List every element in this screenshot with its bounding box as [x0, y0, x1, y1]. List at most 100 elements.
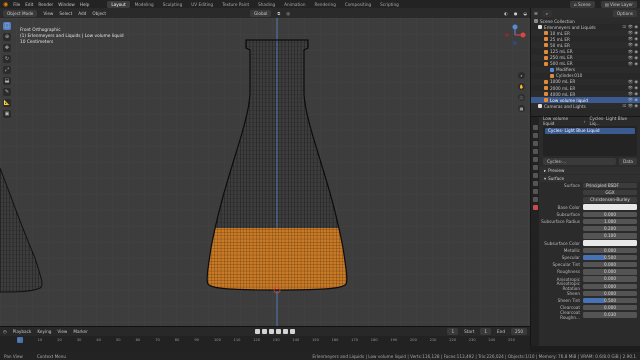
render-tab-icon[interactable] — [532, 133, 538, 138]
data-link-selector[interactable]: Data — [619, 158, 637, 165]
play-icon[interactable] — [275, 328, 281, 334]
visibility-toggles[interactable]: 👁 ◉ — [628, 55, 640, 61]
visibility-toggles[interactable]: 👁 ◉ — [628, 91, 640, 97]
menu-object[interactable]: Object — [92, 11, 106, 16]
camera-view-icon[interactable]: 🎥 — [518, 94, 525, 101]
menu-timeline-view[interactable]: View — [57, 329, 67, 334]
distribution-field[interactable]: GGX — [583, 190, 637, 196]
add-cube-icon[interactable]: ▣ — [3, 110, 11, 118]
world-tab-icon[interactable] — [532, 165, 538, 170]
tab-shading[interactable]: Shading — [254, 1, 279, 8]
prev-key-icon[interactable] — [261, 328, 267, 334]
end-frame-field[interactable]: 250 — [511, 327, 527, 335]
zoom-icon[interactable]: ⌕ — [518, 72, 525, 79]
bsdf-input-field[interactable]: 0.000 — [583, 247, 637, 253]
section-preview[interactable]: ▸ Preview — [540, 167, 640, 174]
bsdf-input-field[interactable]: 0.000 — [583, 283, 637, 289]
outliner-row[interactable]: Cameras and Lights ☑ 👁 ◉ — [531, 103, 640, 110]
menu-playback[interactable]: Playback — [13, 329, 32, 334]
visibility-toggles[interactable]: 👁 ◉ — [628, 79, 640, 85]
menu-keying[interactable]: Keying — [37, 329, 51, 334]
view-layer-selector[interactable]: ▤ View Layer — [600, 0, 637, 8]
tab-scripting[interactable]: Scripting — [376, 1, 403, 8]
menu-select[interactable]: Select — [59, 11, 72, 16]
section-surface[interactable]: ▾ Surface — [540, 175, 640, 182]
play-reverse-icon[interactable] — [268, 328, 274, 334]
bsdf-input-field[interactable]: 0.000 — [583, 261, 637, 268]
tab-modeling[interactable]: Modeling — [131, 1, 158, 8]
tab-uv-editing[interactable]: UV Editing — [187, 1, 217, 8]
menu-window[interactable]: Window — [58, 2, 75, 7]
visibility-toggles[interactable]: 👁 ◉ — [628, 85, 640, 91]
outliner-search[interactable]: ⌕ — [541, 9, 553, 17]
material-tab-icon[interactable] — [532, 205, 538, 210]
tab-compositing[interactable]: Compositing — [341, 1, 375, 8]
menu-edit[interactable]: Edit — [25, 2, 33, 7]
tab-layout[interactable]: Layout — [107, 0, 130, 8]
snap-icon[interactable]: ⧉ — [277, 11, 280, 16]
scene-selector[interactable]: ⌂ Scene — [569, 0, 595, 8]
material-slot-list[interactable]: Cycles- Light Blue Liquid — [543, 126, 637, 156]
bsdf-input-field[interactable]: 0.500 — [583, 297, 637, 304]
outliner-type-icon[interactable]: ☰ — [534, 11, 538, 16]
modifier-tab-icon[interactable] — [532, 181, 538, 186]
data-tab-icon[interactable] — [532, 197, 538, 202]
navigation-gizmo[interactable] — [504, 24, 526, 60]
menu-render[interactable]: Render — [38, 2, 53, 7]
tab-animation[interactable]: Animation — [280, 1, 309, 8]
shading-material-icon[interactable]: ◒ — [523, 11, 527, 16]
material-slot[interactable]: Cycles- Light Blue Liquid — [545, 128, 635, 134]
visibility-toggles[interactable]: 👁 ◉ — [628, 49, 640, 55]
menu-view[interactable]: View — [43, 11, 53, 16]
3d-viewport[interactable]: Front Orthographic (1) Erlenmeyers and L… — [0, 18, 530, 326]
bsdf-input-field[interactable]: 0.500 — [583, 254, 637, 261]
visibility-toggles[interactable]: ☑ 👁 ◉ — [623, 24, 640, 30]
measure-icon[interactable]: 📐 — [3, 99, 11, 107]
scene-tab-icon[interactable] — [532, 157, 538, 162]
bsdf-input-field[interactable]: 1.000 — [583, 218, 637, 225]
bsdf-input-field[interactable]: 0.000 — [583, 211, 637, 218]
tab-sculpting[interactable]: Sculpting — [159, 1, 187, 8]
outliner-options[interactable]: Options — [612, 9, 637, 17]
blender-logo-icon[interactable]: ◉ — [3, 1, 8, 8]
select-box-icon[interactable]: ⬚ — [3, 22, 11, 30]
subsurface-method-field[interactable]: Christensen-Burley — [583, 197, 637, 203]
visibility-toggles[interactable]: 👁 ◉ — [628, 30, 640, 36]
timeline-ruler[interactable]: 0 10 20 30 40 50 60 70 80 90 100 110 120 130 140 150 160… — [0, 336, 530, 353]
constraint-tab-icon[interactable] — [532, 189, 538, 194]
outliner-row[interactable]: Erlenmeyers and Liquids ☑ 👁 ◉ — [531, 24, 640, 30]
scale-icon[interactable]: ⤢ — [3, 66, 11, 74]
next-key-icon[interactable] — [282, 328, 288, 334]
surface-shader-field[interactable]: Principled BSDF — [583, 182, 637, 189]
bsdf-input-field[interactable]: 0.000 — [583, 305, 637, 311]
bsdf-input-field[interactable] — [583, 240, 637, 246]
overlay-icon[interactable]: ◐ — [504, 11, 508, 16]
rotate-icon[interactable]: ↻ — [3, 55, 11, 63]
menu-help[interactable]: Help — [80, 2, 90, 7]
bsdf-input-field[interactable]: 0.030 — [583, 312, 637, 318]
transform-icon[interactable]: ⬓ — [3, 77, 11, 85]
menu-add[interactable]: Add — [78, 11, 86, 16]
bsdf-input-field[interactable]: 0.000 — [583, 276, 637, 282]
menu-marker[interactable]: Marker — [73, 329, 87, 334]
visibility-toggles[interactable]: ☑ 👁 ◉ — [623, 103, 640, 109]
material-name-field[interactable]: Cycles-... — [543, 158, 616, 165]
visibility-toggles[interactable]: 👁 ◉ — [628, 97, 640, 103]
output-tab-icon[interactable] — [532, 141, 538, 146]
cursor-icon[interactable]: ⊕ — [3, 33, 11, 41]
bsdf-input-field[interactable]: 0.200 — [583, 226, 637, 232]
start-frame-field[interactable]: 1 — [480, 327, 492, 335]
jump-start-icon[interactable] — [254, 328, 260, 334]
view-layer-tab-icon[interactable] — [532, 149, 538, 154]
tab-rendering[interactable]: Rendering — [311, 1, 340, 8]
tool-tab-icon[interactable] — [532, 125, 538, 130]
tab-texture-paint[interactable]: Texture Paint — [218, 1, 253, 8]
jump-end-icon[interactable] — [289, 328, 295, 334]
bsdf-input-field[interactable] — [583, 204, 637, 210]
current-frame-field[interactable]: 1 — [447, 327, 459, 335]
annotate-icon[interactable]: ✎ — [3, 88, 11, 96]
ortho-toggle-icon[interactable]: ▦ — [518, 105, 525, 112]
bsdf-input-field[interactable]: 0.000 — [583, 269, 637, 275]
visibility-toggles[interactable]: 👁 ◉ — [628, 42, 640, 48]
timeline-type-icon[interactable]: ◷ — [3, 329, 7, 334]
